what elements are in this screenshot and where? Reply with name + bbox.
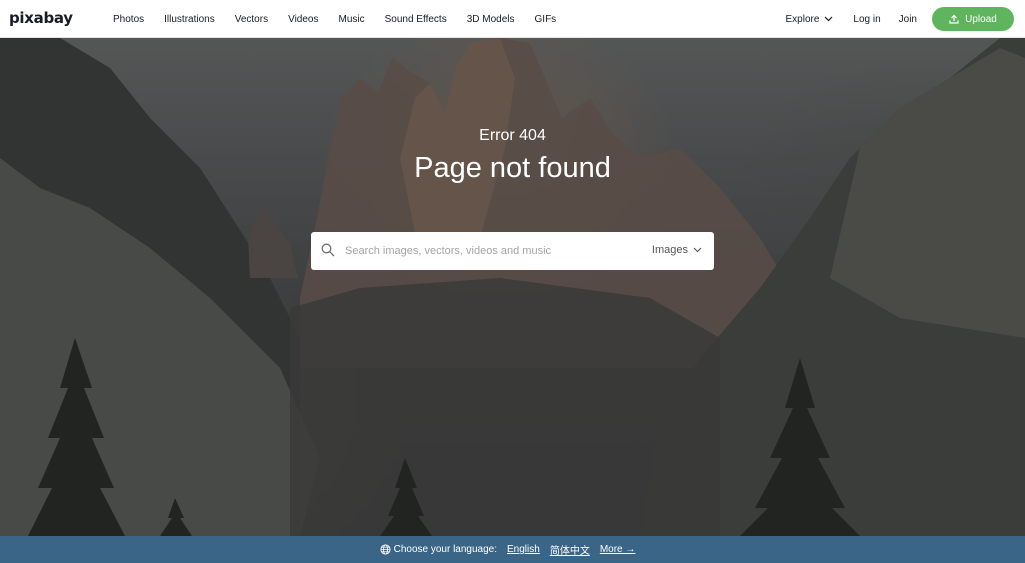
nav-3d-models[interactable]: 3D Models [457,14,525,25]
main-nav: Photos Illustrations Vectors Videos Musi… [103,0,566,38]
explore-label: Explore [785,13,820,25]
chevron-down-icon [824,16,833,22]
upload-icon [949,14,959,24]
more-languages-link[interactable]: More → [600,544,636,555]
nav-vectors[interactable]: Vectors [225,14,278,25]
nav-illustrations[interactable]: Illustrations [154,14,225,25]
search-input[interactable] [345,241,645,261]
error-code: Error 404 [479,127,546,144]
chevron-down-icon [693,247,702,253]
nav-music[interactable]: Music [328,14,374,25]
language-english[interactable]: English [507,544,540,555]
top-navbar: pixabay Photos Illustrations Vectors Vid… [0,0,1025,38]
nav-gifs[interactable]: GIFs [525,14,567,25]
pixabay-logo[interactable]: pixabay [9,9,73,27]
nav-videos[interactable]: Videos [278,14,328,25]
media-type-dropdown[interactable]: Images [652,244,702,256]
page-title: Page not found [414,152,611,184]
search-icon [321,243,335,257]
hero-banner: Error 404 Page not found Images [0,38,1025,536]
header-actions: Explore Log in Join Upload [785,0,1025,38]
language-chinese[interactable]: 简体中文 [550,542,590,557]
nav-photos[interactable]: Photos [103,14,154,25]
choose-language-label: Choose your language: [393,544,498,555]
login-link[interactable]: Log in [853,14,880,25]
globe-icon [380,544,391,555]
upload-label: Upload [965,13,997,25]
explore-menu[interactable]: Explore [785,14,833,25]
nav-sound-effects[interactable]: Sound Effects [375,14,457,25]
language-bar: Choose your language: English 简体中文 More … [0,536,1025,563]
mountain-background [0,38,1025,536]
search-bar: Images [311,232,714,270]
join-link[interactable]: Join [899,14,917,25]
upload-button[interactable]: Upload [932,7,1014,31]
media-type-label: Images [651,244,688,256]
